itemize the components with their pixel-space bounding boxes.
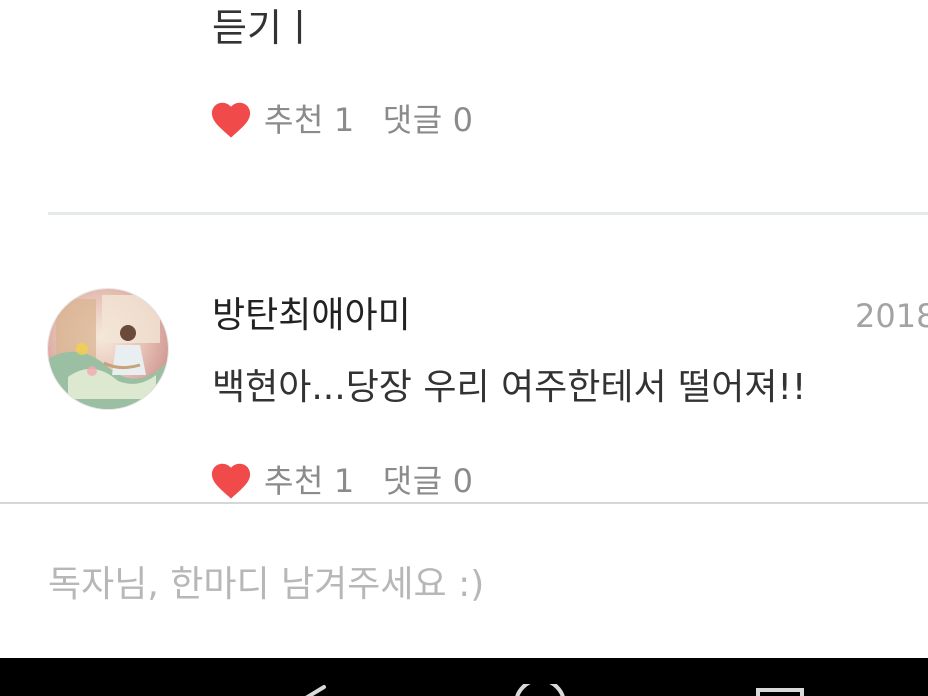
- back-triangle-icon[interactable]: [290, 684, 334, 696]
- like-button[interactable]: 추천 1: [264, 95, 355, 141]
- previous-comment-actions: 추천 1 댓글 0: [208, 96, 474, 140]
- recents-square-icon[interactable]: [754, 684, 806, 696]
- avatar[interactable]: [48, 289, 168, 409]
- comment-input-bar: [0, 502, 928, 660]
- heart-icon[interactable]: [208, 458, 254, 500]
- reply-count: 0: [452, 462, 474, 500]
- reply-button[interactable]: 댓글 0: [383, 456, 474, 502]
- system-nav-bar: [0, 658, 928, 696]
- like-label: 추천: [264, 462, 324, 500]
- reply-button[interactable]: 댓글 0: [383, 95, 474, 141]
- like-label: 추천: [264, 101, 324, 139]
- comment-actions: 추천 1 댓글 0: [208, 457, 474, 501]
- reply-count: 0: [452, 101, 474, 139]
- home-circle-icon[interactable]: [510, 684, 570, 696]
- reply-label: 댓글: [382, 101, 443, 139]
- comment-date: 2018: [855, 297, 928, 335]
- avatar-image: [48, 289, 168, 409]
- comment-body: 백현아...당장 우리 여주한테서 떨어져!!: [212, 367, 807, 408]
- like-count: 1: [333, 462, 355, 500]
- comment-author[interactable]: 방탄최애아미: [212, 290, 411, 342]
- like-count: 1: [333, 101, 355, 139]
- reply-label: 댓글: [382, 462, 443, 500]
- comment-divider: [48, 212, 928, 215]
- heart-icon[interactable]: [208, 97, 254, 139]
- comment-input[interactable]: [48, 556, 908, 612]
- comments-screen: 듣기ㅣ 추천 1 댓글 0 방탄최애아미 2018 백현아...당장 우리 여주…: [0, 0, 928, 696]
- previous-comment-text: 듣기ㅣ: [212, 6, 317, 50]
- like-button[interactable]: 추천 1: [264, 456, 355, 502]
